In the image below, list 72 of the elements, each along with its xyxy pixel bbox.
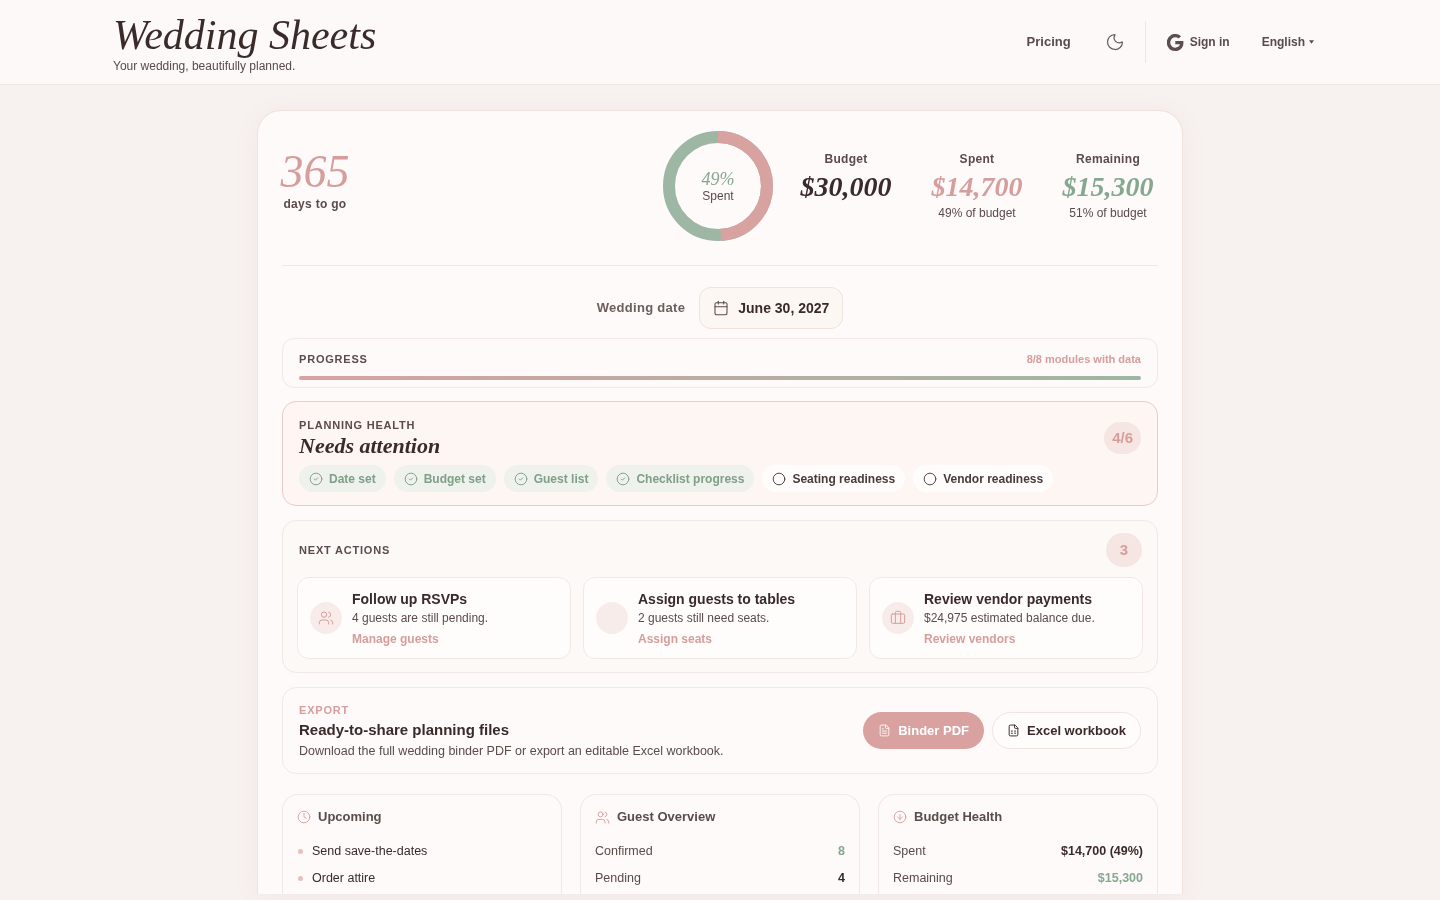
stat-label: Budget xyxy=(824,151,868,168)
progress-title: PROGRESS xyxy=(299,352,368,367)
progress-summary: 8/8 modules with data xyxy=(1026,352,1141,367)
check-circle-icon xyxy=(403,471,418,486)
actions-title: NEXT ACTIONS xyxy=(299,542,391,558)
pricing-link[interactable]: Pricing xyxy=(1026,32,1071,52)
stat-label: Spent xyxy=(959,151,995,168)
moon-icon[interactable] xyxy=(1104,32,1125,52)
check-circle-icon xyxy=(309,471,323,486)
g-logo-icon xyxy=(1166,33,1184,51)
action-title: Assign guests to tables xyxy=(638,589,796,608)
chip-label: Budget set xyxy=(423,470,486,488)
export-eyebrow: EXPORT xyxy=(299,702,350,717)
clock-icon xyxy=(297,810,311,824)
briefcase-icon xyxy=(882,602,914,634)
countdown-label: days to go xyxy=(283,196,347,213)
excel-download-button[interactable]: Excel workbook xyxy=(992,712,1141,749)
budget-health-title: Budget Health xyxy=(914,809,1003,825)
caret-icon xyxy=(1309,40,1314,44)
stat-note: 49% of budget xyxy=(938,205,1016,222)
export-description: Download the full wedding binder PDF or export an editable Excel workbook. xyxy=(299,742,724,759)
row-value: 8 xyxy=(838,844,845,859)
action-title: Review vendor payments xyxy=(924,589,1094,608)
chip-label: Seating readiness xyxy=(792,470,896,488)
chip-label: Guest list xyxy=(533,470,589,488)
chip-label: Date set xyxy=(329,470,376,488)
language-select[interactable]: English xyxy=(1261,33,1314,51)
row-value: $14,700 (49%) xyxy=(1061,844,1143,859)
health-score: 4/6 xyxy=(1104,422,1141,454)
sign-in-button[interactable]: Sign in xyxy=(1166,33,1230,51)
ring-label: Spent xyxy=(702,188,734,203)
action-title: Follow up RSVPs xyxy=(352,589,469,608)
row-label: Pending xyxy=(595,871,641,886)
health-status: Needs attention xyxy=(299,433,441,459)
row-label: Confirmed xyxy=(595,844,653,859)
stat-value: $14,700 xyxy=(931,171,1023,203)
wedding-date-label: Wedding date xyxy=(596,299,686,318)
health-title: PLANNING HEALTH xyxy=(299,418,417,432)
empty-circle-icon xyxy=(923,471,938,486)
chip-label: Vendor readiness xyxy=(943,470,1044,488)
upcoming-item: Order attire xyxy=(312,871,376,886)
row-value: 4 xyxy=(838,871,845,886)
people-icon xyxy=(595,809,610,825)
action-detail: 4 guests are still pending. xyxy=(352,609,489,626)
calendar-icon xyxy=(713,300,730,316)
guest-overview-title: Guest Overview xyxy=(617,809,716,825)
row-label: Remaining xyxy=(893,871,953,886)
upcoming-item: Send save-the-dates xyxy=(312,844,428,859)
check-circle-icon xyxy=(513,471,528,486)
site-tagline: Your wedding, beautifully planned. xyxy=(113,59,297,73)
check-circle-icon xyxy=(616,471,631,486)
down-arrow-circle-icon xyxy=(893,810,907,824)
countdown-number: 365 xyxy=(280,149,350,195)
stat-note: 51% of budget xyxy=(1069,205,1147,222)
action-detail: 2 guests still need seats. xyxy=(638,609,771,626)
spreadsheet-icon xyxy=(1007,724,1020,737)
ring-percent: 49% xyxy=(701,169,735,188)
upcoming-title: Upcoming xyxy=(318,809,382,825)
stat-value: $30,000 xyxy=(800,171,892,203)
stat-label: Remaining xyxy=(1075,151,1140,168)
action-count: 3 xyxy=(1106,533,1142,567)
row-label: Spent xyxy=(893,844,926,859)
people-icon xyxy=(310,602,342,634)
document-icon xyxy=(878,724,892,737)
chip-label: Checklist progress xyxy=(636,470,745,488)
export-title: Ready-to-share planning files xyxy=(299,719,510,740)
stat-value: $15,300 xyxy=(1062,171,1154,203)
action-detail: $24,975 estimated balance due. xyxy=(924,609,1095,626)
site-logo[interactable]: Wedding Sheets xyxy=(113,13,377,57)
row-value: $15,300 xyxy=(1097,871,1143,886)
empty-circle-icon xyxy=(772,471,787,486)
date-picker-button[interactable]: June 30, 2027 xyxy=(699,287,844,329)
